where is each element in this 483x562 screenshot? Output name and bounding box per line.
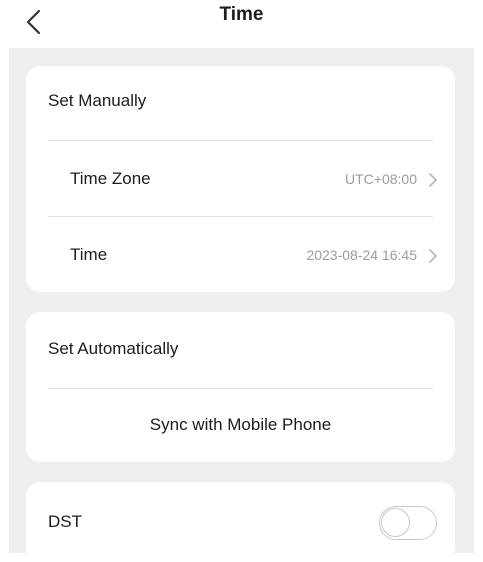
chevron-right-icon [429, 249, 437, 263]
divider [48, 388, 433, 389]
toggle-knob [381, 508, 410, 537]
page-title: Time [219, 4, 264, 25]
dst-card: DST [26, 482, 455, 562]
time-zone-row[interactable]: Time Zone UTC+08:00 [26, 144, 455, 216]
set-manually-card: Set Manually Time Zone UTC+08:00 Time 20… [26, 66, 455, 292]
dst-label: DST [48, 512, 82, 531]
time-zone-label: Time Zone [70, 169, 151, 188]
time-value: 2023-08-24 16:45 [306, 247, 417, 263]
set-manually-title: Set Manually [48, 91, 147, 110]
time-zone-value: UTC+08:00 [345, 171, 417, 187]
time-label: Time [70, 245, 108, 264]
divider [48, 216, 433, 217]
set-automatically-title: Set Automatically [48, 339, 179, 358]
header-bar: Time [0, 0, 483, 44]
dst-toggle[interactable] [379, 506, 437, 540]
divider [48, 140, 433, 141]
sync-with-mobile-phone-label: Sync with Mobile Phone [149, 415, 332, 434]
sync-with-mobile-phone-button[interactable]: Sync with Mobile Phone [26, 390, 455, 462]
set-automatically-card: Set Automatically Sync with Mobile Phone [26, 312, 455, 462]
time-row[interactable]: Time 2023-08-24 16:45 [26, 220, 455, 292]
chevron-right-icon [429, 173, 437, 187]
settings-content: Set Manually Time Zone UTC+08:00 Time 20… [9, 48, 474, 562]
